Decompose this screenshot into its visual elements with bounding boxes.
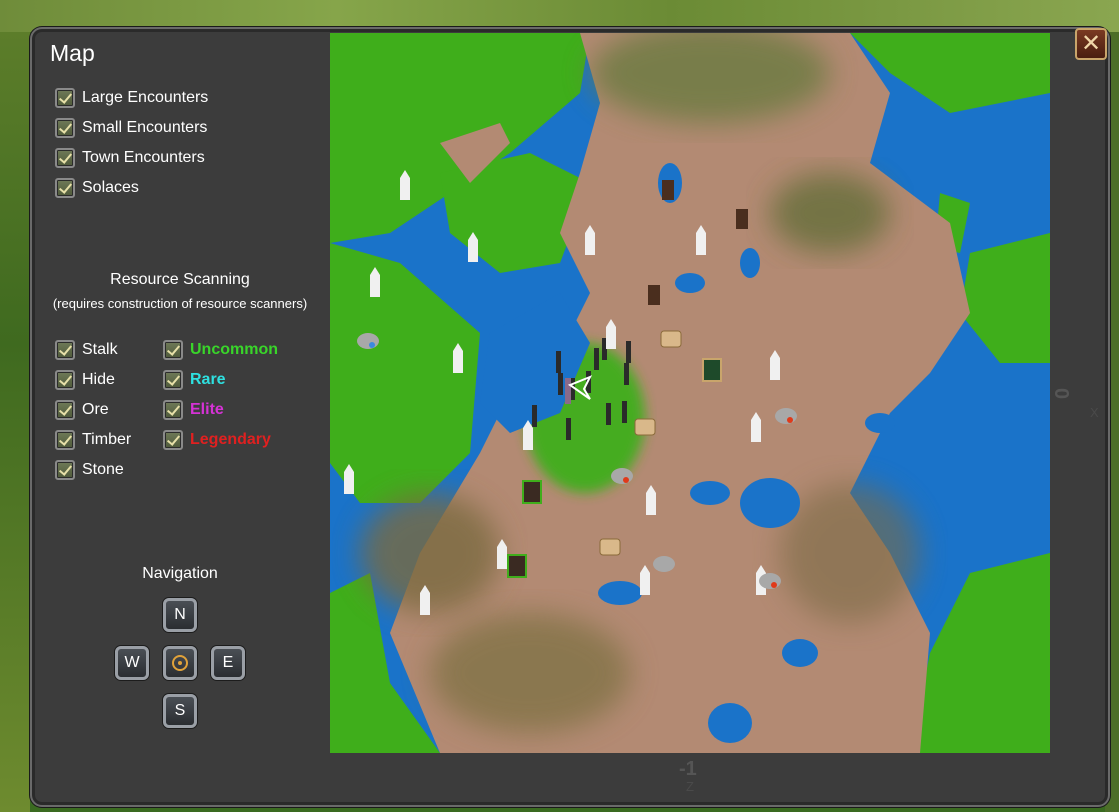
toggle-hide[interactable]: Hide bbox=[55, 370, 115, 390]
terrain-shade bbox=[770, 173, 890, 253]
checkbox-checked[interactable] bbox=[55, 88, 75, 108]
terrain-shade bbox=[430, 613, 630, 733]
checkbox-checked[interactable] bbox=[163, 430, 183, 450]
x-axis-value: 0 bbox=[1050, 387, 1073, 400]
nav-east-button[interactable]: E bbox=[211, 646, 245, 680]
toggle-label: Town Encounters bbox=[82, 149, 205, 166]
toggle-stalk[interactable]: Stalk bbox=[55, 340, 118, 360]
checkbox-checked[interactable] bbox=[55, 370, 75, 390]
lake bbox=[740, 478, 800, 528]
lake bbox=[708, 703, 752, 743]
toggle-timber[interactable]: Timber bbox=[55, 430, 131, 450]
toggle-stone[interactable]: Stone bbox=[55, 460, 124, 480]
nav-south-button[interactable]: S bbox=[163, 694, 197, 728]
checkbox-checked[interactable] bbox=[163, 400, 183, 420]
nav-north-button[interactable]: N bbox=[163, 598, 197, 632]
toggle-label: Solaces bbox=[82, 179, 139, 196]
toggle-label: Timber bbox=[82, 431, 132, 448]
window-title: Map bbox=[50, 40, 95, 66]
checkbox-checked[interactable] bbox=[55, 340, 75, 360]
toggle-rare[interactable]: Rare bbox=[163, 370, 226, 390]
toggle-label: Large Encounters bbox=[82, 89, 209, 106]
checkbox-checked[interactable] bbox=[163, 340, 183, 360]
toggle-label: Rare bbox=[190, 371, 226, 388]
checkbox-checked[interactable] bbox=[55, 118, 75, 138]
checkbox-checked[interactable] bbox=[55, 178, 75, 198]
toggle-elite[interactable]: Elite bbox=[163, 400, 224, 420]
toggle-solaces[interactable]: Solaces bbox=[55, 178, 139, 198]
terrain-shade bbox=[780, 483, 920, 623]
target-icon bbox=[172, 655, 188, 671]
toggle-label: Elite bbox=[190, 401, 224, 418]
z-axis-value: -1 bbox=[679, 758, 697, 780]
nav-west-button[interactable]: W bbox=[115, 646, 149, 680]
z-axis-name: Z bbox=[686, 779, 694, 794]
checkbox-checked[interactable] bbox=[163, 370, 183, 390]
resource-scanning-title: Resource Scanning bbox=[110, 271, 250, 288]
lake bbox=[740, 248, 760, 278]
toggle-large-encounters[interactable]: Large Encounters bbox=[55, 88, 208, 108]
toggle-town-encounters[interactable]: Town Encounters bbox=[55, 148, 205, 168]
lake bbox=[690, 481, 730, 505]
toggle-ore[interactable]: Ore bbox=[55, 400, 109, 420]
lake bbox=[782, 639, 818, 667]
navigation-title: Navigation bbox=[142, 565, 218, 582]
world-map[interactable] bbox=[330, 33, 1050, 753]
checkbox-checked[interactable] bbox=[55, 148, 75, 168]
toggle-small-encounters[interactable]: Small Encounters bbox=[55, 118, 207, 138]
toggle-label: Legendary bbox=[190, 431, 271, 448]
checkbox-checked[interactable] bbox=[55, 400, 75, 420]
toggle-legendary[interactable]: Legendary bbox=[163, 430, 271, 450]
checkbox-checked[interactable] bbox=[55, 460, 75, 480]
toggle-label: Ore bbox=[82, 401, 109, 418]
checkbox-checked[interactable] bbox=[55, 430, 75, 450]
lake bbox=[598, 581, 642, 605]
resource-scanning-subtitle: (requires construction of resource scann… bbox=[52, 296, 308, 311]
lake bbox=[675, 273, 705, 293]
toggle-label: Hide bbox=[82, 371, 115, 388]
background-scenery-left bbox=[0, 32, 30, 812]
nav-center-button[interactable] bbox=[163, 646, 197, 680]
toggle-label: Stalk bbox=[82, 341, 118, 358]
toggle-uncommon[interactable]: Uncommon bbox=[163, 340, 278, 360]
toggle-label: Uncommon bbox=[190, 341, 278, 358]
lake bbox=[865, 413, 895, 433]
toggle-label: Stone bbox=[82, 461, 124, 478]
close-button[interactable]: ✕ bbox=[1075, 28, 1107, 60]
toggle-label: Small Encounters bbox=[82, 119, 208, 136]
x-axis-name: X bbox=[1090, 405, 1099, 420]
